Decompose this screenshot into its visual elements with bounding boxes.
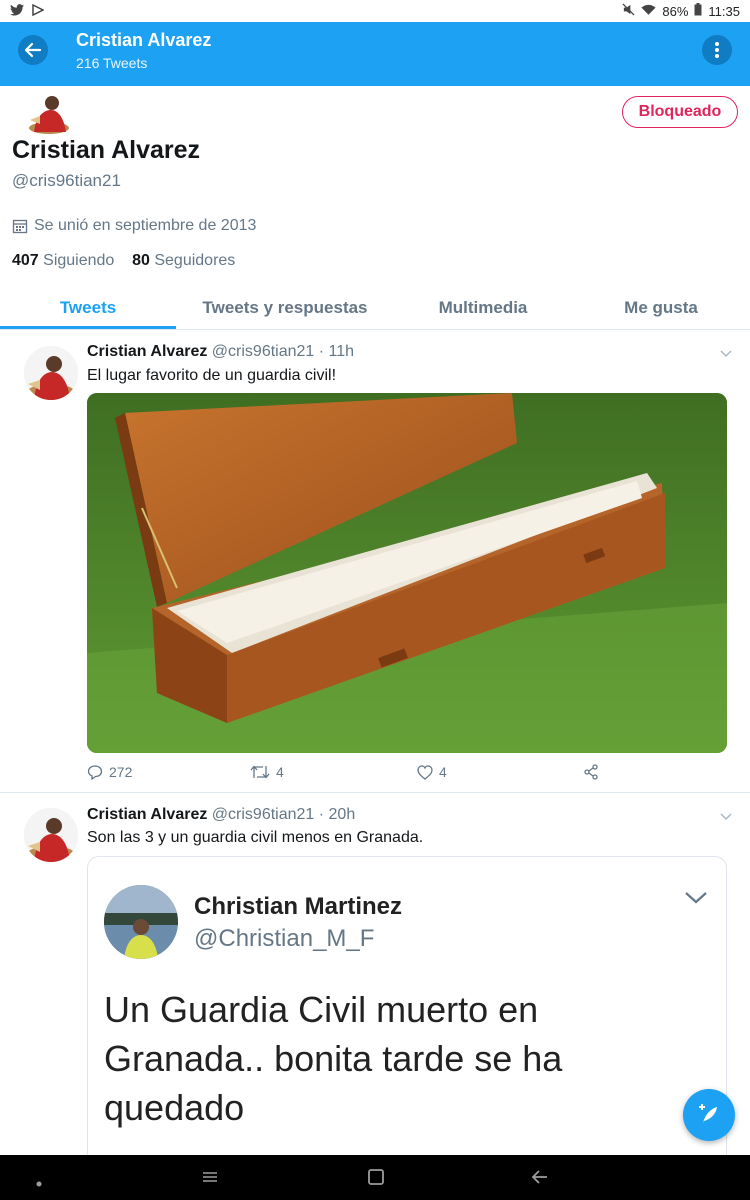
overflow-menu-button[interactable] (702, 35, 732, 65)
play-store-icon (32, 3, 45, 19)
reply-icon (87, 765, 103, 780)
back-button[interactable] (18, 35, 48, 65)
joined-text: Se unió en septiembre de 2013 (34, 217, 257, 234)
chevron-down-icon[interactable] (720, 808, 732, 824)
profile-name: Cristian Alvarez (12, 136, 201, 164)
quoted-tweet-text: Un Guardia Civil muerto en Granada.. bon… (104, 989, 563, 1128)
followers-count: 80 (132, 252, 150, 269)
recent-apps-button[interactable] (200, 1167, 220, 1192)
coffin-photo (87, 393, 727, 753)
home-square-icon (368, 1169, 384, 1185)
quoted-tweet-card[interactable]: Christian Martinez @Christian_M_F Un Gua… (87, 856, 727, 1166)
share-button[interactable] (583, 764, 599, 780)
chevron-down-icon[interactable] (720, 345, 732, 361)
tab-likes[interactable]: Me gusta (572, 288, 750, 329)
status-bar: 86% 11:35 (0, 0, 750, 22)
home-button[interactable] (366, 1167, 386, 1192)
appbar-title: Cristian Alvarez (76, 30, 212, 50)
recent-apps-icon (203, 1172, 217, 1182)
tweet-text: El lugar favorito de un guardia civil! (87, 367, 337, 384)
blocked-button[interactable]: Bloqueado (622, 96, 738, 128)
tweet-meta: @cris96tian21 · 11h (211, 343, 355, 360)
battery-percent: 86% (662, 3, 689, 19)
arrow-left-icon (24, 42, 42, 58)
quoted-avatar[interactable] (104, 885, 178, 959)
tweet-text: Son las 3 y un guardia civil menos en Gr… (87, 829, 424, 846)
tweet-header: Cristian Alvarez @cris96tian21 · 11h (87, 343, 354, 361)
compose-tweet-button[interactable] (683, 1089, 735, 1141)
tweet-meta: @cris96tian21 · 20h (211, 806, 356, 823)
appbar-tweet-count: 216 Tweets (76, 55, 148, 71)
retweet-count: 4 (276, 764, 284, 780)
reply-button[interactable]: 272 (87, 764, 132, 780)
profile-handle: @cris96tian21 (12, 171, 121, 190)
system-nav-bar (0, 1155, 750, 1200)
nav-back-icon (531, 1170, 547, 1184)
tweet-author-name[interactable]: Cristian Alvarez (87, 806, 207, 823)
retweet-icon (250, 765, 270, 779)
tweet-avatar[interactable] (24, 346, 78, 400)
tweet-divider (0, 792, 750, 793)
following-count: 407 (12, 252, 39, 269)
nav-dot-icon (36, 1174, 42, 1192)
quoted-author-handle: @Christian_M_F (194, 925, 375, 952)
twitter-notification-icon (10, 3, 24, 19)
calendar-icon (12, 219, 28, 234)
tab-tweets-and-replies[interactable]: Tweets y respuestas (176, 288, 394, 329)
tweet-avatar[interactable] (24, 808, 78, 862)
follow-stats: 407 Siguiendo 80 Seguidores (12, 252, 235, 270)
retweet-button[interactable]: 4 (250, 764, 284, 780)
clock: 11:35 (708, 3, 740, 19)
tweet-header: Cristian Alvarez @cris96tian21 · 20h (87, 806, 355, 824)
followers-link[interactable]: 80 Seguidores (132, 252, 235, 269)
battery-icon (694, 3, 702, 19)
following-link[interactable]: 407 Siguiendo (12, 252, 114, 269)
more-vertical-icon (715, 42, 719, 58)
like-button[interactable]: 4 (417, 764, 447, 780)
tab-media[interactable]: Multimedia (394, 288, 572, 329)
heart-icon (417, 764, 433, 780)
share-icon (584, 764, 598, 780)
reply-count: 272 (109, 764, 133, 780)
following-label: Siguiendo (43, 252, 115, 269)
profile-avatar[interactable] (24, 92, 74, 134)
tweet-actions: 272 4 4 (87, 762, 727, 784)
nav-back-button[interactable] (530, 1167, 550, 1192)
compose-feather-icon (699, 1104, 717, 1123)
followers-label: Seguidores (154, 252, 236, 269)
tab-tweets[interactable]: Tweets (0, 288, 176, 329)
tweet-author-name[interactable]: Cristian Alvarez (87, 343, 207, 360)
wifi-icon (641, 4, 656, 19)
app-bar: Cristian Alvarez 216 Tweets (0, 22, 750, 86)
quoted-author-name: Christian Martinez (194, 893, 403, 920)
mute-icon (622, 3, 635, 19)
joined-date: Se unió en septiembre de 2013 (12, 217, 256, 235)
profile-tabs: Tweets Tweets y respuestas Multimedia Me… (0, 288, 750, 330)
chevron-down-icon[interactable] (684, 891, 708, 910)
like-count: 4 (439, 764, 447, 780)
tweet-image[interactable] (87, 393, 727, 753)
